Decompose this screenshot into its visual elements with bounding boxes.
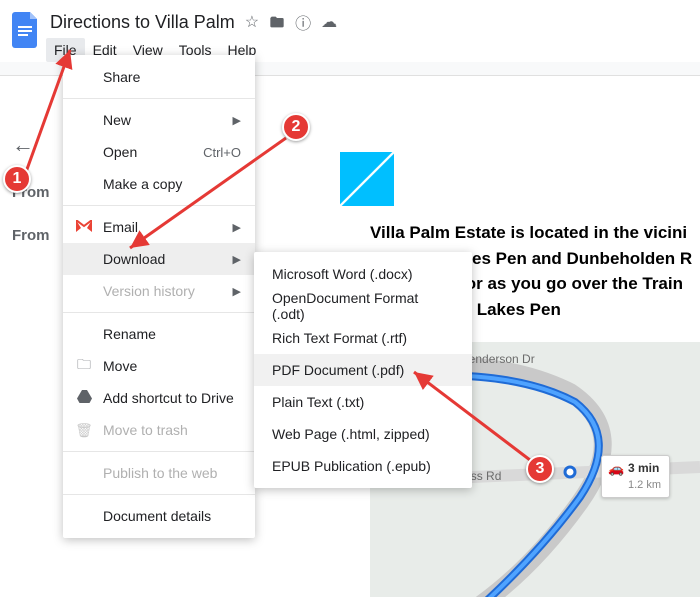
file-rename[interactable]: Rename — [63, 318, 255, 350]
file-version-history[interactable]: Version history ▶ — [63, 275, 255, 307]
file-download-label: Download — [103, 251, 165, 267]
download-docx[interactable]: Microsoft Word (.docx) — [254, 258, 472, 290]
file-new-label: New — [103, 112, 131, 128]
file-publish[interactable]: Publish to the web — [63, 457, 255, 489]
title-area: Directions to Villa Palm ☆ ⓘ ☁ File Edit… — [44, 8, 692, 62]
menu-separator — [63, 451, 255, 452]
chevron-right-icon: ▶ — [233, 221, 241, 234]
chevron-right-icon: ▶ — [233, 285, 241, 298]
annotation-badge-2: 2 — [282, 113, 310, 141]
move-icon[interactable] — [269, 14, 285, 30]
download-pdf[interactable]: PDF Document (.pdf) — [254, 354, 472, 386]
file-email[interactable]: Email ▶ — [63, 211, 255, 243]
trash-icon: 🗑 — [75, 422, 93, 439]
drive-icon — [75, 390, 93, 406]
file-share-label: Share — [103, 69, 140, 85]
file-open[interactable]: Open Ctrl+O — [63, 136, 255, 168]
document-title[interactable]: Directions to Villa Palm — [50, 12, 235, 33]
map-route-badge: 🚗 3 min 1.2 km — [601, 455, 670, 498]
file-share[interactable]: Share — [63, 61, 255, 93]
menu-separator — [63, 98, 255, 99]
menu-separator — [63, 312, 255, 313]
file-trash-label: Move to trash — [103, 422, 188, 438]
download-submenu: Microsoft Word (.docx) OpenDocument Form… — [254, 252, 472, 488]
file-publish-label: Publish to the web — [103, 465, 217, 481]
file-make-copy[interactable]: Make a copy — [63, 168, 255, 200]
route-distance: 1.2 km — [628, 479, 661, 491]
download-rtf[interactable]: Rich Text Format (.rtf) — [254, 322, 472, 354]
file-add-shortcut[interactable]: Add shortcut to Drive — [63, 382, 255, 414]
download-txt[interactable]: Plain Text (.txt) — [254, 386, 472, 418]
app-header: Directions to Villa Palm ☆ ⓘ ☁ File Edit… — [0, 0, 700, 62]
back-arrow-icon[interactable]: ← — [12, 132, 50, 158]
route-time: 3 min — [628, 461, 659, 475]
file-rename-label: Rename — [103, 326, 156, 342]
file-make-copy-label: Make a copy — [103, 176, 182, 192]
gutter-text-from-2: From — [12, 227, 50, 244]
annotation-badge-3: 3 — [526, 455, 554, 483]
folder-icon: 🗀 — [75, 354, 93, 378]
file-move-to-trash[interactable]: 🗑 Move to trash — [63, 414, 255, 446]
menu-separator — [63, 494, 255, 495]
info-icon[interactable]: ⓘ — [295, 10, 311, 34]
file-email-label: Email — [103, 219, 138, 235]
file-move-label: Move — [103, 358, 137, 374]
chevron-right-icon: ▶ — [233, 114, 241, 127]
file-document-details[interactable]: Document details — [63, 500, 255, 532]
menu-separator — [63, 205, 255, 206]
car-icon: 🚗 — [608, 461, 624, 478]
cloud-status-icon[interactable]: ☁ — [321, 12, 337, 32]
file-details-label: Document details — [103, 508, 211, 524]
download-epub[interactable]: EPUB Publication (.epub) — [254, 450, 472, 482]
file-open-label: Open — [103, 144, 137, 160]
docs-logo-icon[interactable] — [8, 8, 44, 56]
file-new[interactable]: New ▶ — [63, 104, 255, 136]
body-line: Villa Palm Estate is located in the vici… — [370, 220, 700, 246]
file-add-shortcut-label: Add shortcut to Drive — [103, 390, 234, 406]
chevron-right-icon: ▶ — [233, 253, 241, 266]
download-odt[interactable]: OpenDocument Format (.odt) — [254, 290, 472, 322]
file-version-history-label: Version history — [103, 283, 195, 299]
file-move[interactable]: 🗀 Move — [63, 350, 255, 382]
file-dropdown: Share New ▶ Open Ctrl+O Make a copy Email ▶… — [63, 55, 255, 538]
file-download[interactable]: Download ▶ — [63, 243, 255, 275]
title-row: Directions to Villa Palm ☆ ⓘ ☁ — [44, 8, 692, 38]
star-icon[interactable]: ☆ — [245, 12, 259, 32]
download-html[interactable]: Web Page (.html, zipped) — [254, 418, 472, 450]
annotation-badge-1: 1 — [3, 165, 31, 193]
file-open-shortcut: Ctrl+O — [203, 145, 241, 160]
gmail-icon — [75, 219, 93, 235]
document-logo-image — [340, 152, 394, 206]
